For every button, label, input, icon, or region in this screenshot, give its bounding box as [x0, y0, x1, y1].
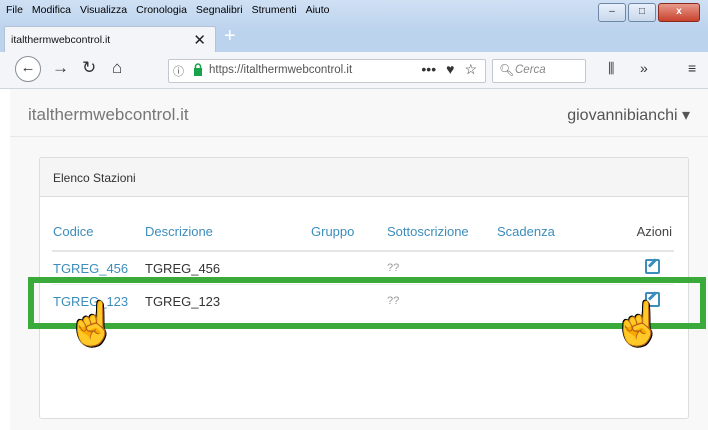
forward-button[interactable]: → [52, 58, 69, 78]
info-icon[interactable]: ⓘ [173, 63, 184, 79]
search-input[interactable]: Cerca [515, 64, 546, 76]
pocket-icon[interactable]: ♥ [446, 61, 454, 78]
home-button[interactable]: ⌂ [112, 58, 122, 78]
new-tab-button[interactable]: + [224, 25, 236, 48]
col-sottoscrizione[interactable]: Sottoscrizione [386, 212, 496, 252]
col-descrizione[interactable]: Descrizione [144, 212, 310, 252]
app-brand[interactable]: italthermwebcontrol.it [28, 105, 189, 125]
menu-modifica[interactable]: Modifica [32, 4, 71, 16]
library-icon[interactable]: ⫼ [608, 60, 614, 77]
reload-button[interactable]: ↻ [82, 58, 96, 78]
menu-aiuto[interactable]: Aiuto [306, 4, 330, 16]
search-bar[interactable]: 🔍︎ Cerca [492, 59, 586, 83]
panel-title: Elenco Stazioni [53, 171, 136, 185]
back-button[interactable]: ← [15, 56, 41, 82]
col-gruppo[interactable]: Gruppo [310, 212, 386, 252]
panel-heading: Elenco Stazioni [40, 158, 688, 197]
menu-bar: File Modifica Visualizza Cronologia Segn… [6, 4, 330, 16]
url-text: https://italthermwebcontrol.it [209, 64, 353, 76]
menu-visualizza[interactable]: Visualizza [80, 4, 127, 16]
app-navbar: italthermwebcontrol.it giovannibianchi ▾ [10, 89, 708, 137]
browser-tab[interactable]: italthermwebcontrol.it ✕ [4, 26, 216, 53]
col-scadenza[interactable]: Scadenza [496, 212, 598, 252]
highlight-frame [28, 277, 706, 329]
pointer-hand-icon: ☝ [66, 300, 119, 347]
col-codice[interactable]: Codice [52, 212, 144, 252]
menu-file[interactable]: File [6, 4, 23, 16]
nav-bar: ← → ↻ ⌂ ⓘ https://italthermwebcontrol.it… [0, 52, 708, 89]
close-window-button[interactable]: x [658, 3, 700, 22]
url-bar[interactable]: ⓘ https://italthermwebcontrol.it ••• ♥ ☆ [168, 59, 486, 83]
menu-cronologia[interactable]: Cronologia [136, 4, 187, 16]
minimize-button[interactable]: – [598, 3, 626, 22]
window-buttons: – □ x [598, 3, 700, 22]
hamburger-menu-icon[interactable]: ≡ [688, 60, 696, 76]
user-menu[interactable]: giovannibianchi ▾ [567, 105, 690, 125]
lock-icon [194, 63, 202, 76]
search-icon: 🔍︎ [499, 63, 515, 77]
tab-close-icon[interactable]: ✕ [193, 31, 206, 49]
menu-strumenti[interactable]: Strumenti [252, 4, 297, 16]
url-actions: ••• ♥ ☆ [421, 61, 477, 78]
pointer-hand-icon: ☝ [612, 300, 665, 347]
maximize-button[interactable]: □ [628, 3, 656, 22]
menu-segnalibri[interactable]: Segnalibri [196, 4, 243, 16]
overflow-icon[interactable]: » [640, 60, 648, 76]
edit-icon[interactable] [645, 259, 660, 274]
tab-title: italthermwebcontrol.it [11, 34, 111, 46]
col-azioni: Azioni [598, 212, 674, 252]
bookmark-star-icon[interactable]: ☆ [464, 61, 477, 78]
web-page: italthermwebcontrol.it giovannibianchi ▾… [10, 89, 708, 430]
more-icon[interactable]: ••• [421, 61, 436, 78]
